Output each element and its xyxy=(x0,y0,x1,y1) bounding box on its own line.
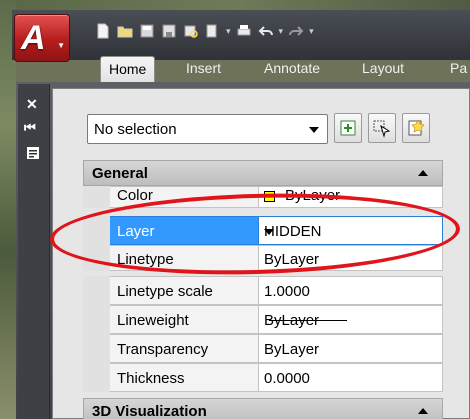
tab-partial[interactable]: Pa xyxy=(442,56,470,82)
save-icon[interactable] xyxy=(136,21,158,41)
quick-select-icon xyxy=(408,119,425,136)
row-gutter xyxy=(83,276,110,305)
open-icon[interactable] xyxy=(114,21,136,41)
property-row-layer[interactable]: Layer HIDDEN xyxy=(83,216,443,245)
undo-icon[interactable] xyxy=(255,21,277,41)
property-name: Linetype xyxy=(110,245,259,271)
section-title: General xyxy=(92,165,148,182)
close-icon[interactable]: ✕ xyxy=(26,96,38,112)
save-as-icon[interactable] xyxy=(158,21,180,41)
property-value[interactable]: ByLayer xyxy=(259,186,443,208)
property-name: Lineweight xyxy=(110,305,259,334)
desktop-background-top xyxy=(0,0,470,10)
property-value[interactable]: ByLayer xyxy=(259,334,443,363)
row-gutter xyxy=(83,186,110,208)
property-row-thickness[interactable]: Thickness 0.0000 xyxy=(83,363,443,392)
quick-access-toolbar: ▾ ▾ ▾ xyxy=(92,20,316,42)
selection-dropdown[interactable]: No selection xyxy=(87,114,328,144)
quick-select-button[interactable] xyxy=(402,113,430,143)
ribbon-tabs: Home Insert Annotate Layout Pa xyxy=(70,56,470,82)
selection-value: No selection xyxy=(94,121,177,138)
chevron-down-icon xyxy=(309,127,319,133)
property-row-lineweight[interactable]: Lineweight ByLayer xyxy=(83,305,443,334)
chevron-down-icon xyxy=(264,229,274,235)
property-row-linetype[interactable]: Linetype ByLayer xyxy=(83,245,443,271)
property-name: Layer xyxy=(110,216,259,245)
select-objects-icon xyxy=(373,120,391,138)
print-preview-icon[interactable] xyxy=(180,21,202,41)
section-header-general[interactable]: General xyxy=(83,160,443,186)
property-name: Transparency xyxy=(110,334,259,363)
section-header-3d-visualization[interactable]: 3D Visualization xyxy=(83,398,443,419)
section-title: 3D Visualization xyxy=(92,403,207,419)
chevron-down-icon[interactable]: ▾ xyxy=(279,26,284,37)
application-menu-button[interactable]: A ▼ xyxy=(14,14,70,62)
print-icon[interactable] xyxy=(233,21,255,41)
toggle-pickadd-button[interactable] xyxy=(334,113,362,143)
tab-layout[interactable]: Layout xyxy=(354,56,412,82)
row-gutter xyxy=(83,216,110,245)
property-value[interactable]: ByLayer xyxy=(259,305,443,334)
properties-icon[interactable] xyxy=(26,146,40,163)
property-name: Color xyxy=(110,186,259,208)
row-gutter xyxy=(83,305,110,334)
property-value[interactable]: ByLayer xyxy=(259,245,443,271)
new-icon[interactable] xyxy=(92,21,114,41)
chevron-down-icon[interactable]: ▾ xyxy=(226,26,231,37)
property-name: Linetype scale xyxy=(110,276,259,305)
desktop-background-left xyxy=(0,0,16,419)
property-row-transparency[interactable]: Transparency ByLayer xyxy=(83,334,443,363)
app-logo: A xyxy=(21,19,46,57)
palette-title-strip: ✕ ⏮ xyxy=(18,84,50,419)
tab-home[interactable]: Home xyxy=(100,56,156,82)
property-value[interactable]: 0.0000 xyxy=(259,363,443,392)
property-name: Thickness xyxy=(110,363,259,392)
auto-hide-icon[interactable]: ⏮ xyxy=(24,120,36,136)
property-row-color[interactable]: Color ByLayer xyxy=(83,186,443,208)
chevron-up-icon xyxy=(418,408,428,414)
toggle-pickadd-icon xyxy=(340,120,356,136)
plot-icon[interactable] xyxy=(202,21,224,41)
property-value[interactable]: 1.0000 xyxy=(259,276,443,305)
layer-dropdown[interactable]: HIDDEN xyxy=(259,216,443,245)
chevron-down-icon[interactable]: ▾ xyxy=(309,26,314,37)
tab-insert[interactable]: Insert xyxy=(178,56,229,82)
row-gutter xyxy=(83,334,110,363)
row-gutter xyxy=(83,245,110,271)
color-swatch xyxy=(264,191,275,202)
chevron-down-icon: ▼ xyxy=(57,41,65,50)
select-objects-button[interactable] xyxy=(368,113,396,143)
redo-icon[interactable] xyxy=(285,21,307,41)
row-gutter xyxy=(83,363,110,392)
property-row-linetype-scale[interactable]: Linetype scale 1.0000 xyxy=(83,276,443,305)
tab-annotate[interactable]: Annotate xyxy=(256,56,328,82)
chevron-up-icon xyxy=(418,170,428,176)
